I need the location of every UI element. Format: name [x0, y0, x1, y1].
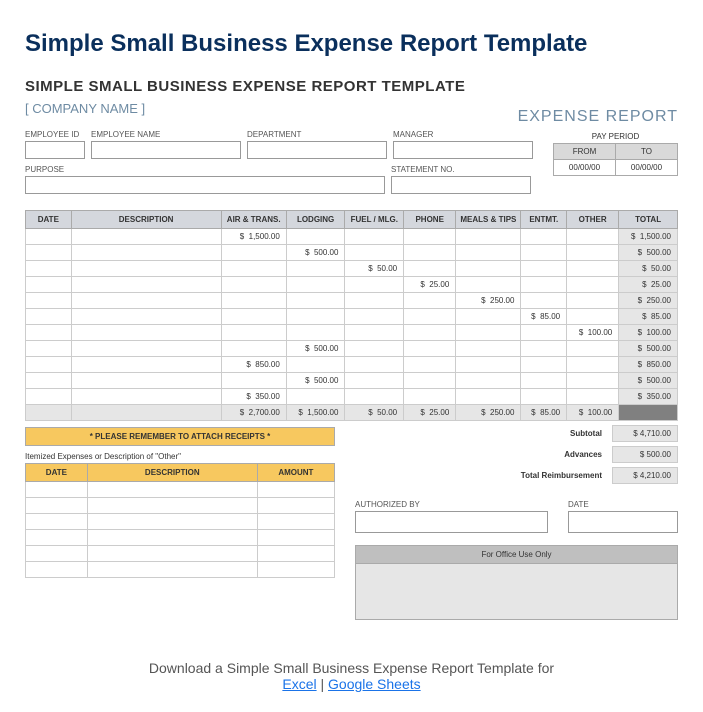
pay-period-label: PAY PERIOD: [553, 130, 678, 143]
itemized-row[interactable]: [26, 514, 335, 530]
employee-name-field[interactable]: [91, 141, 241, 159]
total-reimbursement-label: Total Reimbursement: [521, 471, 602, 480]
advances-value: 500.00: [612, 446, 678, 463]
purpose-label: PURPOSE: [25, 165, 385, 174]
col-header: AIR & TRANS.: [221, 211, 286, 229]
table-row: $ 500.00$ 500.00: [26, 373, 678, 389]
itemized-row[interactable]: [26, 546, 335, 562]
col-header: DESCRIPTION: [71, 211, 221, 229]
itemized-table: DATEDESCRIPTIONAMOUNT: [25, 463, 335, 578]
col-header: FUEL / MLG.: [345, 211, 404, 229]
office-use-label: For Office Use Only: [356, 546, 677, 564]
excel-link[interactable]: Excel: [282, 676, 316, 692]
col-header: DATE: [26, 211, 72, 229]
subtotal-value: 4,710.00: [612, 425, 678, 442]
manager-label: MANAGER: [393, 130, 533, 139]
table-row: $ 25.00$ 25.00: [26, 277, 678, 293]
table-row: $ 250.00$ 250.00: [26, 293, 678, 309]
statement-no-field[interactable]: [391, 176, 531, 194]
template-preview: SIMPLE SMALL BUSINESS EXPENSE REPORT TEM…: [25, 78, 678, 620]
pay-to-label: TO: [616, 144, 678, 160]
company-name: [ COMPANY NAME ]: [25, 101, 465, 116]
itemized-col: AMOUNT: [257, 464, 334, 482]
total-reimbursement-value: 4,210.00: [612, 467, 678, 484]
totals-row: $ 2,700.00$ 1,500.00$ 50.00$ 25.00$ 250.…: [26, 405, 678, 421]
page-title: Simple Small Business Expense Report Tem…: [25, 30, 678, 58]
col-header: ENTMT.: [521, 211, 567, 229]
subtotal-label: Subtotal: [570, 429, 602, 438]
table-row: $ 500.00$ 500.00: [26, 341, 678, 357]
table-row: $ 50.00$ 50.00: [26, 261, 678, 277]
download-text: Download a Simple Small Business Expense…: [25, 660, 678, 692]
table-row: $ 100.00$ 100.00: [26, 325, 678, 341]
authorized-by-field[interactable]: [355, 511, 548, 533]
col-header: MEALS & TIPS: [456, 211, 521, 229]
manager-field[interactable]: [393, 141, 533, 159]
itemized-col: DATE: [26, 464, 88, 482]
authorized-by-label: AUTHORIZED BY: [355, 500, 548, 509]
expense-table: DATEDESCRIPTIONAIR & TRANS.LODGINGFUEL /…: [25, 210, 678, 421]
pay-period-box: PAY PERIOD FROM TO 00/00/00 00/00/00: [553, 130, 678, 176]
pay-from-value[interactable]: 00/00/00: [554, 160, 616, 176]
itemized-label: Itemized Expenses or Description of "Oth…: [25, 452, 335, 461]
purpose-field[interactable]: [25, 176, 385, 194]
employee-id-label: EMPLOYEE ID: [25, 130, 85, 139]
statement-no-label: STATEMENT NO.: [391, 165, 531, 174]
itemized-row[interactable]: [26, 530, 335, 546]
sheet-title: SIMPLE SMALL BUSINESS EXPENSE REPORT TEM…: [25, 78, 465, 95]
pay-to-value[interactable]: 00/00/00: [616, 160, 678, 176]
employee-id-field[interactable]: [25, 141, 85, 159]
advances-label: Advances: [564, 450, 602, 459]
col-header: PHONE: [404, 211, 456, 229]
department-field[interactable]: [247, 141, 387, 159]
itemized-row[interactable]: [26, 562, 335, 578]
itemized-col: DESCRIPTION: [87, 464, 257, 482]
expense-report-label: EXPENSE REPORT: [518, 108, 678, 126]
itemized-row[interactable]: [26, 482, 335, 498]
department-label: DEPARTMENT: [247, 130, 387, 139]
table-row: $ 850.00$ 850.00: [26, 357, 678, 373]
col-header: OTHER: [567, 211, 619, 229]
col-header: LODGING: [286, 211, 345, 229]
pay-from-label: FROM: [554, 144, 616, 160]
auth-date-label: DATE: [568, 500, 678, 509]
table-row: $ 85.00$ 85.00: [26, 309, 678, 325]
table-row: $ 500.00$ 500.00: [26, 245, 678, 261]
col-header: TOTAL: [619, 211, 678, 229]
table-row: $ 350.00$ 350.00: [26, 389, 678, 405]
attach-receipts-banner: * PLEASE REMEMBER TO ATTACH RECEIPTS *: [25, 427, 335, 446]
table-row: $ 1,500.00$ 1,500.00: [26, 229, 678, 245]
employee-name-label: EMPLOYEE NAME: [91, 130, 241, 139]
auth-date-field[interactable]: [568, 511, 678, 533]
itemized-row[interactable]: [26, 498, 335, 514]
google-sheets-link[interactable]: Google Sheets: [328, 676, 421, 692]
office-use-box: For Office Use Only: [355, 545, 678, 620]
